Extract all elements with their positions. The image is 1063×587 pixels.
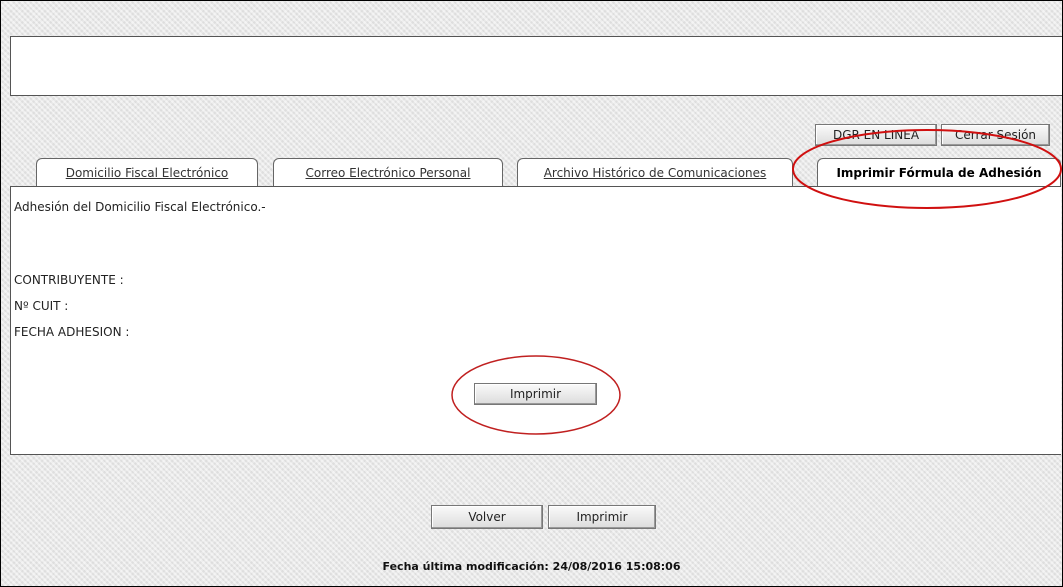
tab-archivo-historico[interactable]: Archivo Histórico de Comunicaciones bbox=[517, 158, 793, 186]
contribuyente-label: CONTRIBUYENTE : bbox=[14, 273, 124, 287]
footer-print-button[interactable]: Imprimir bbox=[548, 505, 656, 529]
adhesion-panel: Adhesión del Domicilio Fiscal Electrónic… bbox=[10, 186, 1061, 455]
tab-label: Domicilio Fiscal Electrónico bbox=[65, 165, 229, 180]
tab-label: Imprimir Fórmula de Adhesión bbox=[836, 166, 1042, 180]
header-banner bbox=[10, 36, 1062, 96]
panel-print-button[interactable]: Imprimir bbox=[474, 383, 597, 405]
tab-label: Archivo Histórico de Comunicaciones bbox=[543, 165, 767, 180]
dgr-en-linea-button[interactable]: DGR EN LINEA bbox=[815, 124, 937, 146]
panel-heading: Adhesión del Domicilio Fiscal Electrónic… bbox=[14, 200, 266, 214]
tab-label: Correo Electrónico Personal bbox=[305, 165, 471, 180]
tab-domicilio-fiscal[interactable]: Domicilio Fiscal Electrónico bbox=[36, 158, 258, 186]
fecha-adhesion-label: FECHA ADHESION : bbox=[14, 325, 130, 339]
cuit-label: Nº CUIT : bbox=[14, 299, 69, 313]
last-modified-text: Fecha última modificación: 24/08/2016 15… bbox=[382, 560, 681, 573]
tab-imprimir-formula[interactable]: Imprimir Fórmula de Adhesión bbox=[817, 158, 1061, 187]
tab-correo-personal[interactable]: Correo Electrónico Personal bbox=[273, 158, 503, 186]
logout-button[interactable]: Cerrar Sesión bbox=[941, 124, 1050, 146]
back-button[interactable]: Volver bbox=[431, 505, 543, 529]
